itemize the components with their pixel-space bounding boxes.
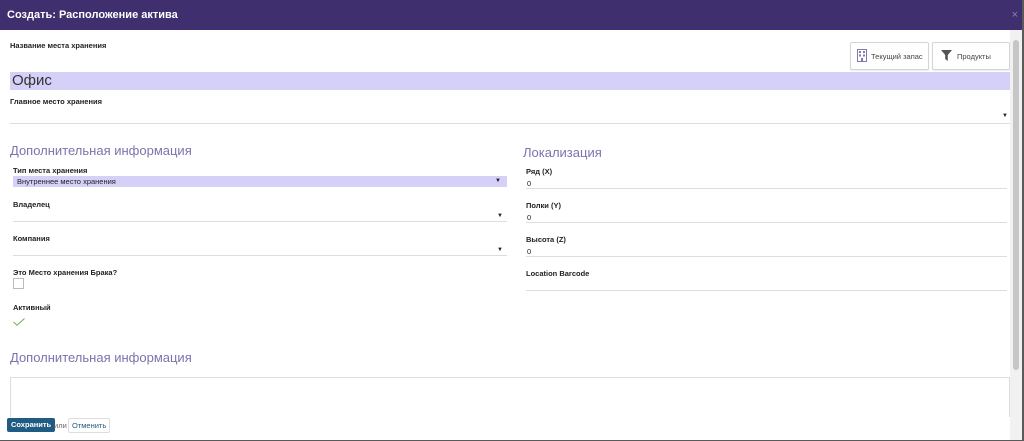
chevron-down-icon: ▼ <box>497 213 503 219</box>
chevron-down-icon: ▼ <box>497 247 503 253</box>
dialog-titlebar: Создать: Расположение актива × <box>0 0 1022 30</box>
name-label: Название места хранения <box>10 41 107 50</box>
row-x-label: Ряд (X) <box>526 167 553 176</box>
owner-select[interactable]: ▼ <box>13 208 507 221</box>
location-barcode-label: Location Barcode <box>526 269 590 278</box>
products-button[interactable]: Продукты <box>932 42 1010 70</box>
parent-location-select[interactable]: ▼ <box>10 108 1010 123</box>
height-z-label: Высота (Z) <box>526 235 566 244</box>
localization-heading: Локализация <box>523 145 602 160</box>
scrap-location-checkbox[interactable] <box>13 278 24 289</box>
dialog-body: Название места хранения Текущий запас Пр… <box>0 30 1010 440</box>
dialog-title: Создать: Расположение актива <box>7 9 178 21</box>
location-name-value: Офис <box>12 72 52 89</box>
divider <box>13 221 507 222</box>
building-icon <box>857 49 867 64</box>
shelf-y-input[interactable]: 0 <box>527 213 531 222</box>
checkmark-icon[interactable] <box>13 313 25 331</box>
scrollbar[interactable] <box>1010 30 1022 440</box>
divider <box>526 188 1007 189</box>
company-select[interactable]: ▼ <box>13 242 507 255</box>
filter-icon <box>941 50 952 63</box>
divider <box>526 290 1007 291</box>
products-label: Продукты <box>957 52 991 61</box>
location-type-label: Тип места хранения <box>13 166 88 175</box>
location-barcode-input[interactable] <box>526 278 1007 290</box>
row-x-input[interactable]: 0 <box>527 179 531 188</box>
create-location-dialog: Создать: Расположение актива × Название … <box>0 0 1022 440</box>
notes-heading: Дополнительная информация <box>10 350 192 365</box>
location-type-value: Внутреннее место хранения <box>17 177 116 186</box>
chevron-down-icon: ▼ <box>1002 113 1008 119</box>
cancel-button[interactable]: Отменить <box>68 418 111 433</box>
divider <box>526 222 1007 223</box>
shelf-y-label: Полки (Y) <box>526 201 561 210</box>
active-label: Активный <box>13 303 51 312</box>
divider <box>13 255 507 256</box>
chevron-down-icon: ▼ <box>495 178 501 184</box>
height-z-input[interactable]: 0 <box>527 247 531 256</box>
or-text: или <box>54 421 67 430</box>
divider <box>526 256 1007 257</box>
parent-location-label: Главное место хранения <box>10 97 102 106</box>
scrap-location-label: Это Место хранения Брака? <box>13 268 118 277</box>
dialog-footer: Сохранить или Отменить <box>0 417 1010 440</box>
scrollbar-thumb[interactable] <box>1013 40 1019 370</box>
current-stock-label: Текущий запас <box>871 52 923 61</box>
location-name-field[interactable]: Офис <box>10 72 1010 90</box>
divider <box>10 123 1010 124</box>
save-button[interactable]: Сохранить <box>7 418 56 432</box>
location-type-select[interactable]: Внутреннее место хранения ▼ <box>13 176 507 187</box>
close-icon[interactable]: × <box>1012 9 1018 21</box>
current-stock-button[interactable]: Текущий запас <box>850 42 929 70</box>
additional-info-heading: Дополнительная информация <box>10 143 192 158</box>
